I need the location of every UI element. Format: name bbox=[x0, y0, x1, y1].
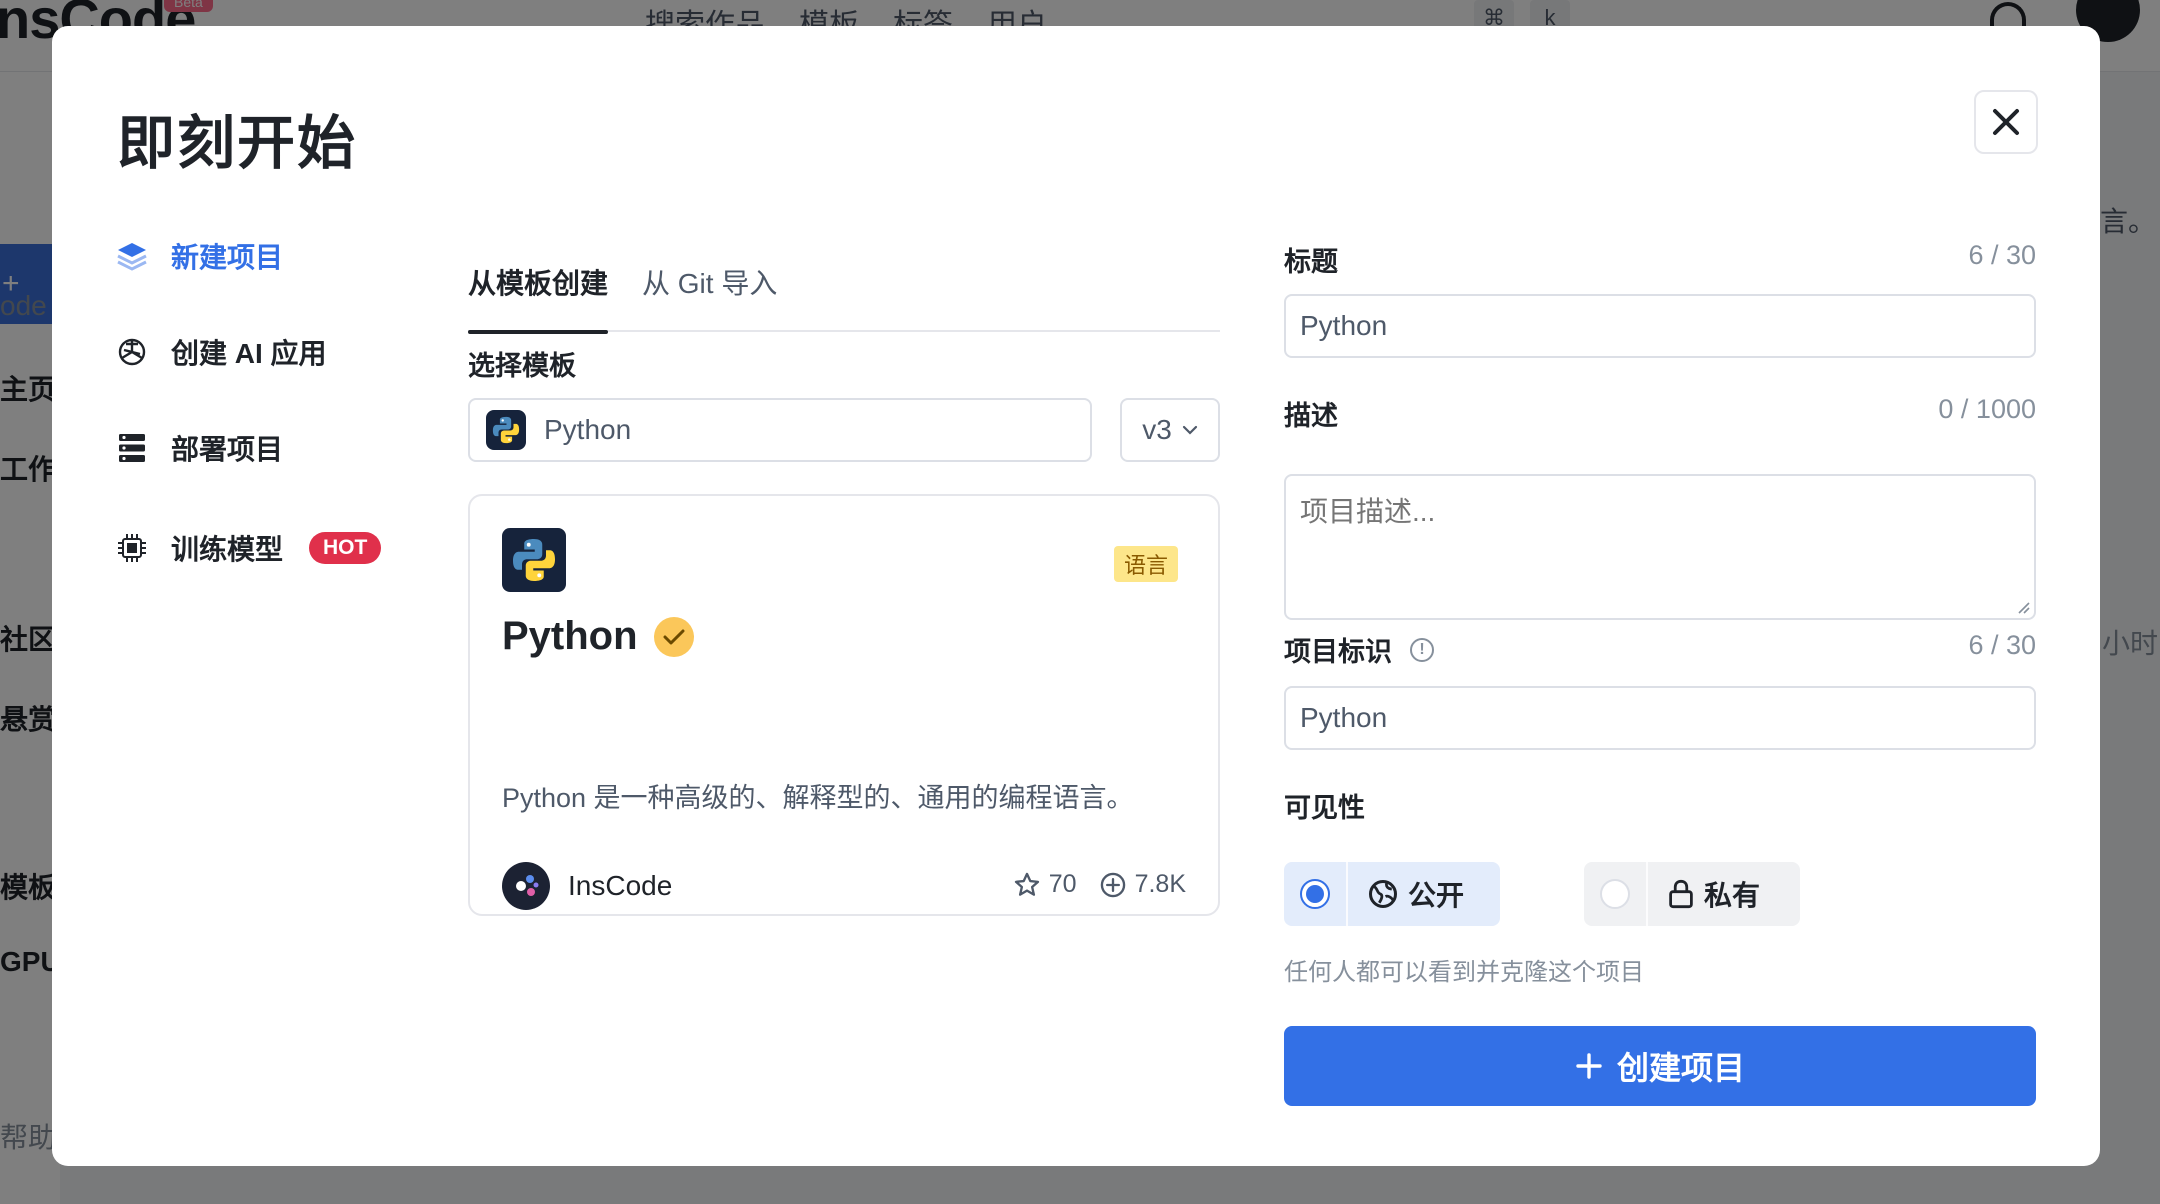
tab-from-template[interactable]: 从模板创建 bbox=[468, 236, 609, 334]
visibility-public-radio[interactable] bbox=[1284, 862, 1348, 926]
create-tabs: 从模板创建 从 Git 导入 bbox=[468, 236, 1220, 334]
create-project-button[interactable]: 创建项目 bbox=[1284, 1026, 2036, 1106]
slug-label: 项目标识 bbox=[1284, 637, 1392, 667]
hot-badge: HOT bbox=[309, 532, 382, 564]
card-stats: 70 7.8K bbox=[1013, 870, 1186, 899]
info-icon[interactable]: ! bbox=[1410, 637, 1434, 662]
chevron-down-icon bbox=[1182, 425, 1197, 435]
close-button[interactable] bbox=[1974, 90, 2038, 154]
lock-icon bbox=[1669, 879, 1693, 909]
visibility-public-option[interactable]: 公开 bbox=[1284, 862, 1500, 926]
visibility-private-option[interactable]: 私有 bbox=[1584, 862, 1800, 926]
visibility-public-label: 公开 bbox=[1408, 880, 1465, 911]
tab-from-git[interactable]: 从 Git 导入 bbox=[642, 236, 777, 332]
visibility-hint: 任何人都可以看到并克隆这个项目 bbox=[1284, 959, 1644, 986]
close-icon bbox=[1993, 109, 2019, 135]
menu-item-label: 新建项目 bbox=[171, 242, 284, 273]
slug-input[interactable]: Python bbox=[1284, 686, 2036, 750]
start-modal: 即刻开始 新建项目 创建 AI 应用 部署项目 训练模型 HOT 从模板创建 从… bbox=[52, 26, 2100, 1166]
visibility-private-label: 私有 bbox=[1704, 880, 1761, 911]
card-author[interactable]: InsCode bbox=[502, 862, 672, 910]
menu-item-new-project[interactable]: 新建项目 bbox=[115, 236, 283, 276]
version-select[interactable]: v3 bbox=[1120, 398, 1220, 462]
visibility-label: 可见性 bbox=[1284, 793, 1365, 823]
forks-count: 7.8K bbox=[1134, 870, 1186, 898]
description-label: 描述 bbox=[1284, 401, 1338, 431]
resize-handle-icon[interactable] bbox=[2016, 600, 2030, 614]
menu-item-label: 创建 AI 应用 bbox=[171, 338, 327, 369]
card-title: Python bbox=[502, 614, 694, 659]
description-counter: 0 / 1000 bbox=[1938, 394, 2036, 424]
stars-stat: 70 bbox=[1013, 870, 1077, 899]
server-icon bbox=[115, 431, 149, 465]
create-project-label: 创建项目 bbox=[1616, 1050, 1745, 1086]
python-logo-icon bbox=[486, 410, 526, 450]
template-select-value: Python bbox=[544, 414, 632, 445]
template-label: 选择模板 bbox=[468, 351, 576, 381]
menu-item-deploy[interactable]: 部署项目 bbox=[115, 428, 283, 468]
title-label: 标题 bbox=[1284, 247, 1338, 277]
author-name: InsCode bbox=[568, 870, 673, 901]
globe-icon bbox=[1369, 880, 1397, 908]
category-tag: 语言 bbox=[1113, 546, 1178, 582]
slug-counter: 6 / 30 bbox=[1968, 630, 2036, 660]
modal-title: 即刻开始 bbox=[117, 111, 358, 176]
title-input[interactable]: Python bbox=[1284, 294, 2036, 358]
menu-item-train-model[interactable]: 训练模型 HOT bbox=[115, 528, 382, 568]
template-select[interactable]: Python bbox=[468, 398, 1092, 462]
inscode-logo-icon bbox=[502, 862, 550, 910]
description-textarea[interactable] bbox=[1284, 474, 2036, 620]
verified-icon bbox=[653, 616, 694, 657]
menu-item-create-ai-app[interactable]: 创建 AI 应用 bbox=[115, 332, 327, 372]
python-logo-icon bbox=[502, 528, 566, 592]
forks-stat: 7.8K bbox=[1099, 870, 1186, 899]
slug-label-row: 项目标识 ! bbox=[1284, 630, 1434, 669]
version-select-value: v3 bbox=[1142, 414, 1172, 445]
plus-icon bbox=[1576, 1053, 1602, 1079]
visibility-private-radio[interactable] bbox=[1584, 862, 1648, 926]
plus-circle-icon bbox=[1100, 872, 1125, 897]
menu-item-label: 训练模型 bbox=[171, 534, 284, 565]
chip-icon bbox=[115, 531, 149, 565]
layers-icon bbox=[115, 239, 149, 273]
stars-count: 70 bbox=[1048, 870, 1077, 898]
template-card[interactable]: 语言 Python Python 是一种高级的、解释型的、通用的编程语言。 In… bbox=[468, 494, 1220, 916]
card-title-text: Python bbox=[502, 614, 638, 658]
menu-item-label: 部署项目 bbox=[171, 434, 284, 465]
openai-icon bbox=[115, 335, 149, 369]
title-counter: 6 / 30 bbox=[1968, 240, 2036, 270]
star-icon bbox=[1014, 872, 1039, 896]
card-description: Python 是一种高级的、解释型的、通用的编程语言。 bbox=[502, 783, 1134, 813]
